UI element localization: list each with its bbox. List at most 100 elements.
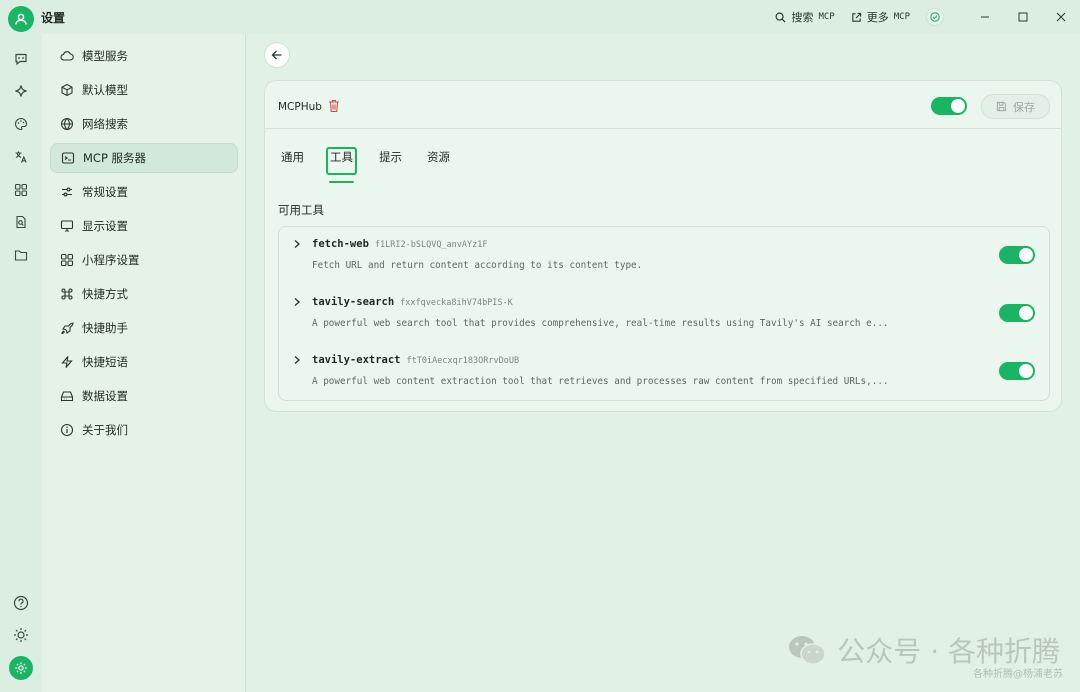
server-tabs: 通用 工具 提示 资源	[278, 147, 472, 183]
tab-prompts[interactable]: 提示	[376, 147, 405, 175]
sliders-icon	[60, 185, 74, 199]
chevron-right-icon[interactable]	[292, 297, 302, 307]
rail-settings-button[interactable]	[9, 656, 33, 680]
sidebar-item-default-model[interactable]: 默认模型	[50, 75, 238, 105]
tab-resources[interactable]: 资源	[424, 147, 453, 175]
mcp-server-card: MCPHub 保存 通用 工具 提示 资源 可用工具 fetch-web f1LR…	[264, 80, 1062, 412]
sidebar-item-mcp-servers[interactable]: MCP 服务器	[50, 143, 238, 173]
sidebar-item-quick-phrases[interactable]: 快捷短语	[50, 347, 238, 377]
sidebar-item-label: 快捷助手	[82, 321, 128, 335]
sidebar-item-about[interactable]: 关于我们	[50, 415, 238, 445]
rail-files-button[interactable]	[11, 245, 31, 265]
back-button[interactable]	[264, 42, 290, 68]
check-circle-icon	[930, 12, 940, 22]
monitor-icon	[60, 219, 74, 233]
minimize-icon	[981, 16, 989, 18]
help-icon	[13, 595, 29, 611]
theme-icon	[14, 628, 28, 642]
tool-name: tavily-search	[312, 296, 395, 308]
rail-help-button[interactable]	[11, 593, 31, 613]
sidebar-item-general-settings[interactable]: 常规设置	[50, 177, 238, 207]
tool-enabled-toggle[interactable]	[999, 246, 1035, 264]
external-link-icon	[852, 12, 861, 22]
icon-rail	[0, 34, 42, 692]
globe-icon	[60, 117, 74, 131]
title-bar: 设置 搜索 MCP 更多 MCP	[0, 0, 1080, 34]
status-indicator[interactable]	[926, 8, 944, 26]
sidebar-item-shortcuts[interactable]: 快捷方式	[50, 279, 238, 309]
sidebar-item-miniapp-settings[interactable]: 小程序设置	[50, 245, 238, 275]
server-header: MCPHub 保存	[265, 81, 1061, 129]
rail-knowledge-button[interactable]	[11, 212, 31, 232]
window-title: 设置	[41, 11, 66, 25]
settings-icon	[15, 662, 27, 674]
user-avatar[interactable]	[8, 6, 34, 32]
list-item[interactable]: fetch-web f1LRI2-bSLQVQ_anvAYz1F Fetch UR…	[279, 227, 1049, 281]
sparkle-icon	[15, 85, 27, 97]
tool-enabled-toggle[interactable]	[999, 304, 1035, 322]
list-item[interactable]: tavily-search fxxfqvecka8ihV74bPIS-K A po…	[279, 285, 1049, 339]
tool-enabled-toggle[interactable]	[999, 362, 1035, 380]
sidebar-item-label: 常规设置	[82, 185, 128, 199]
doc-search-icon	[16, 215, 26, 229]
more-mcp-suffix: MCP	[893, 12, 910, 22]
tool-id: f1LRI2-bSLQVQ_anvAYz1F	[374, 240, 488, 250]
tab-general[interactable]: 通用	[278, 147, 307, 175]
save-icon	[996, 101, 1007, 112]
rail-translate-button[interactable]	[11, 147, 31, 167]
folder-icon	[14, 250, 28, 261]
sidebar-item-web-search[interactable]: 网络搜索	[50, 109, 238, 139]
tools-list: fetch-web f1LRI2-bSLQVQ_anvAYz1F Fetch UR…	[278, 226, 1050, 401]
sidebar-item-label: 模型服务	[82, 49, 128, 63]
watermark-text: 公众号 · 各种折腾	[837, 635, 1060, 668]
zap-icon	[60, 355, 74, 369]
search-mcp-button[interactable]: 搜索 MCP	[775, 9, 835, 25]
settings-sidebar: 模型服务 默认模型 网络搜索 MCP 服务器 常规设置 显示设置 小程序设置 快…	[42, 34, 246, 692]
search-mcp-suffix: MCP	[818, 12, 835, 22]
sidebar-item-label: 关于我们	[82, 423, 128, 437]
close-button[interactable]	[1042, 0, 1080, 34]
info-icon	[60, 423, 74, 437]
sidebar-item-data-settings[interactable]: 数据设置	[50, 381, 238, 411]
search-mcp-label: 搜索	[791, 11, 814, 24]
sidebar-item-label: 快捷短语	[82, 355, 128, 369]
sidebar-item-display-settings[interactable]: 显示设置	[50, 211, 238, 241]
section-title: 可用工具	[278, 203, 324, 217]
rail-apps-button[interactable]	[11, 180, 31, 200]
minimize-button[interactable]	[966, 0, 1004, 34]
chat-icon	[15, 53, 27, 66]
sidebar-item-quick-assistant[interactable]: 快捷助手	[50, 313, 238, 343]
save-button[interactable]: 保存	[981, 94, 1050, 119]
cube-icon	[60, 83, 74, 97]
watermark-subtext: 各种折腾@杨浦老苏	[973, 669, 1063, 680]
tool-name: tavily-extract	[312, 354, 401, 366]
delete-server-icon[interactable]	[328, 99, 340, 113]
rocket-icon	[60, 321, 74, 335]
sidebar-item-label: 默认模型	[82, 83, 128, 97]
drive-icon	[60, 389, 74, 403]
maximize-button[interactable]	[1004, 0, 1042, 34]
maximize-icon	[1018, 12, 1028, 22]
arrow-left-icon	[271, 50, 282, 60]
tab-tools[interactable]: 工具	[326, 147, 357, 183]
sidebar-item-label: 数据设置	[82, 389, 128, 403]
watermark: 公众号 · 各种折腾	[787, 630, 1060, 670]
tool-id: fxxfqvecka8ihV74bPIS-K	[400, 298, 513, 308]
wechat-icon	[789, 636, 827, 665]
rail-agents-button[interactable]	[11, 81, 31, 101]
server-enabled-toggle[interactable]	[931, 97, 967, 115]
list-item[interactable]: tavily-extract ftT0iAecxqr183ORrvDoUB A p…	[279, 343, 1049, 397]
more-mcp-button[interactable]: 更多 MCP	[851, 9, 910, 25]
chevron-right-icon[interactable]	[292, 239, 302, 249]
sidebar-item-model-service[interactable]: 模型服务	[50, 41, 238, 71]
tool-description: A powerful web content extraction tool t…	[312, 376, 889, 387]
sidebar-item-label: 显示设置	[82, 219, 128, 233]
rail-theme-button[interactable]	[11, 625, 31, 645]
rail-paint-button[interactable]	[11, 114, 31, 134]
close-icon	[1056, 12, 1066, 22]
rail-chat-button[interactable]	[11, 49, 31, 69]
user-icon	[15, 13, 27, 25]
tool-description: Fetch URL and return content according t…	[312, 260, 643, 271]
terminal-icon	[61, 151, 75, 165]
chevron-right-icon[interactable]	[292, 355, 302, 365]
